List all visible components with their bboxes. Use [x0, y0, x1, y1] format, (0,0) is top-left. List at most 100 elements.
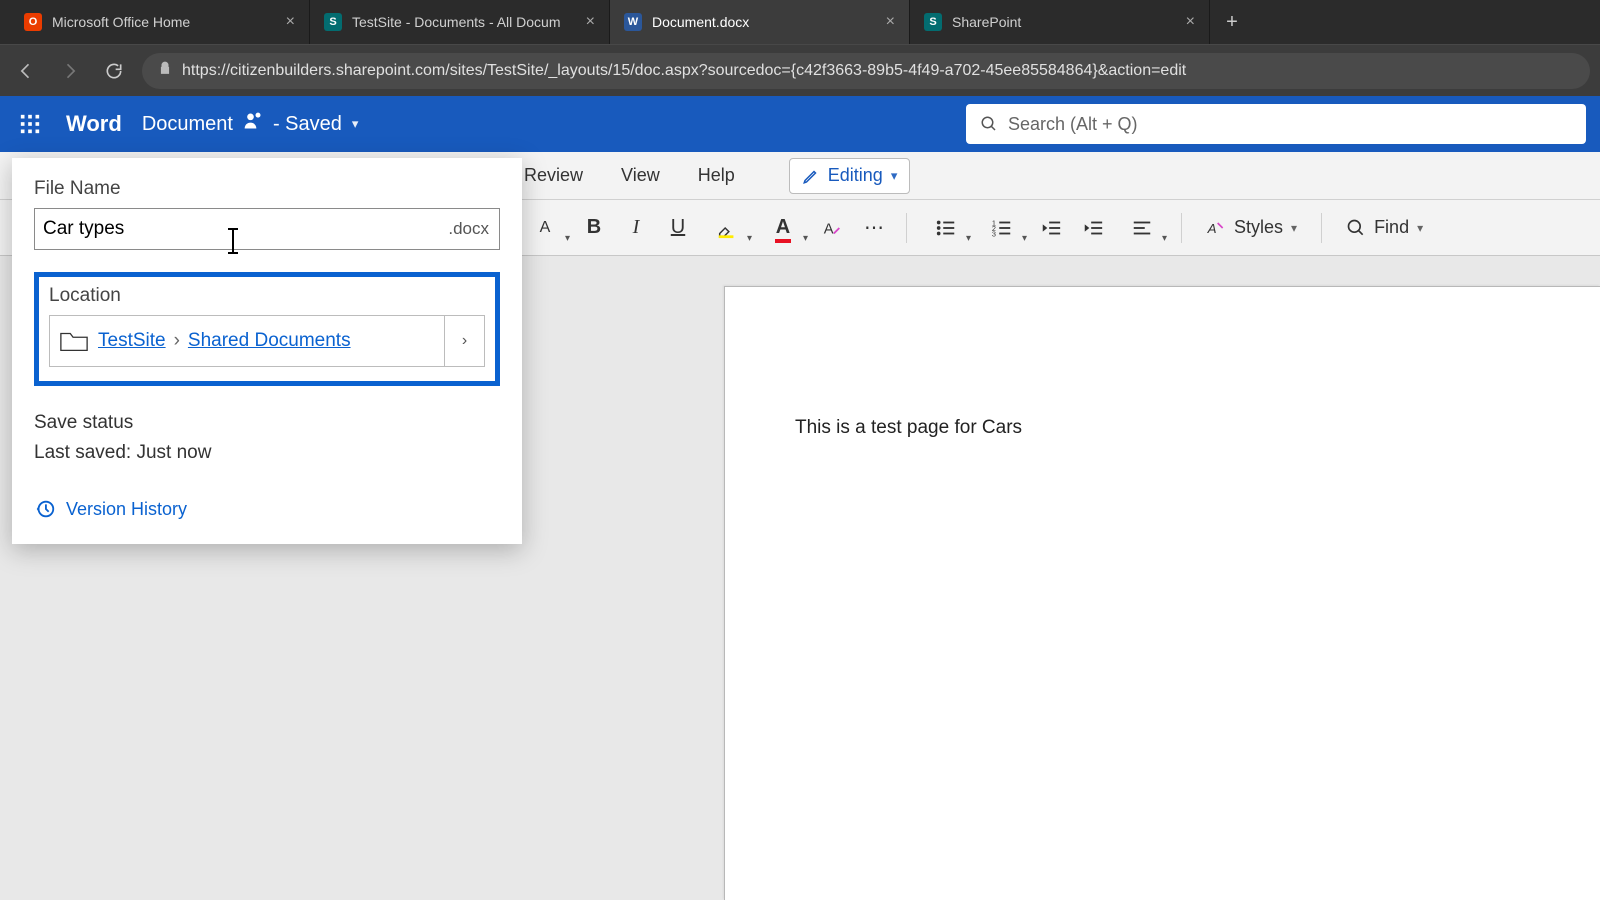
chevron-down-icon: ▾ — [966, 233, 971, 244]
clear-formatting-button[interactable]: A — [814, 210, 850, 246]
close-tab-icon[interactable]: × — [1186, 13, 1195, 31]
reload-button[interactable] — [98, 55, 130, 87]
address-field[interactable]: https://citizenbuilders.sharepoint.com/s… — [142, 53, 1590, 89]
chevron-down-icon: ▾ — [891, 168, 898, 184]
location-breadcrumb: TestSite › Shared Documents — [98, 316, 444, 366]
bullet-list-icon — [935, 217, 957, 239]
font-color-button[interactable]: A ▾ — [758, 210, 808, 246]
toolbar-divider — [1181, 213, 1182, 243]
svg-text:A: A — [1207, 221, 1217, 236]
favicon-word-icon: W — [624, 13, 642, 31]
browser-tabs-bar: O Microsoft Office Home × S TestSite - D… — [0, 0, 1600, 44]
search-icon — [980, 115, 998, 133]
browser-tab-document[interactable]: W Document.docx × — [610, 0, 910, 44]
toolbar-divider — [1321, 213, 1322, 243]
increase-indent-button[interactable] — [1075, 210, 1111, 246]
favicon-sharepoint-icon: S — [324, 13, 342, 31]
file-extension: .docx — [437, 219, 499, 239]
tab-title: TestSite - Documents - All Docum — [352, 14, 576, 30]
chevron-down-icon: ▾ — [803, 233, 808, 244]
underline-button[interactable]: U — [660, 210, 696, 246]
search-box[interactable]: Search (Alt + Q) — [966, 104, 1586, 144]
document-canvas[interactable]: This is a test page for Cars — [724, 286, 1600, 900]
tab-title: SharePoint — [952, 14, 1176, 30]
chevron-down-icon: ▾ — [1291, 221, 1297, 235]
align-left-icon — [1131, 217, 1153, 239]
toolbar-divider — [906, 213, 907, 243]
tab-title: Document.docx — [652, 14, 876, 30]
chevron-down-icon: ▾ — [1162, 233, 1167, 244]
document-title-dropdown[interactable]: Document - Saved ▾ — [142, 111, 359, 137]
highlighter-icon — [716, 217, 738, 239]
save-status-text: Last saved: Just now — [34, 442, 500, 464]
bullet-list-button[interactable]: ▾ — [921, 210, 971, 246]
browser-address-bar: https://citizenbuilders.sharepoint.com/s… — [0, 44, 1600, 96]
highlight-color-button[interactable]: ▾ — [702, 210, 752, 246]
more-formatting-button[interactable]: ⋯ — [856, 210, 892, 246]
chevron-down-icon: ▾ — [1022, 233, 1027, 244]
tab-view[interactable]: View — [617, 163, 664, 188]
location-label: Location — [49, 285, 485, 307]
numbered-list-icon: 123 — [991, 217, 1013, 239]
favicon-office-icon: O — [24, 13, 42, 31]
styles-label: Styles — [1234, 217, 1283, 238]
breadcrumb-separator-icon: › — [174, 330, 180, 352]
browser-tab-sharepoint[interactable]: S SharePoint × — [910, 0, 1210, 44]
editing-mode-button[interactable]: Editing ▾ — [789, 158, 911, 194]
document-title-panel: File Name .docx Location TestSite › Shar… — [12, 158, 522, 544]
italic-button[interactable]: I — [618, 210, 654, 246]
editing-label: Editing — [828, 165, 883, 186]
browser-tab-office[interactable]: O Microsoft Office Home × — [10, 0, 310, 44]
forward-button[interactable] — [54, 55, 86, 87]
tab-title: Microsoft Office Home — [52, 14, 276, 30]
chevron-down-icon: ▾ — [1417, 221, 1423, 235]
font-size-control[interactable]: A▾ — [520, 210, 570, 246]
back-button[interactable] — [10, 55, 42, 87]
new-tab-button[interactable]: + — [1210, 0, 1254, 44]
shared-icon — [243, 111, 263, 137]
pencil-icon — [802, 167, 820, 185]
filename-label: File Name — [34, 178, 500, 200]
version-history-link[interactable]: Version History — [34, 498, 500, 520]
numbered-list-button[interactable]: 123 ▾ — [977, 210, 1027, 246]
lock-icon — [158, 61, 172, 80]
saved-state: - Saved — [273, 113, 342, 136]
tab-review[interactable]: Review — [520, 163, 587, 188]
tab-help[interactable]: Help — [694, 163, 739, 188]
app-name[interactable]: Word — [66, 111, 122, 137]
align-button[interactable]: ▾ — [1117, 210, 1167, 246]
indent-icon — [1082, 217, 1104, 239]
word-header: Word Document - Saved ▾ Search (Alt + Q) — [0, 96, 1600, 152]
breadcrumb-folder-link[interactable]: Shared Documents — [188, 330, 351, 352]
favicon-sharepoint-icon: S — [924, 13, 942, 31]
filename-row: .docx — [34, 208, 500, 250]
styles-button[interactable]: A Styles ▾ — [1196, 210, 1307, 246]
outdent-icon — [1040, 217, 1062, 239]
browser-tab-testsite[interactable]: S TestSite - Documents - All Docum × — [310, 0, 610, 44]
reload-icon — [104, 61, 124, 81]
app-launcher-button[interactable] — [14, 108, 46, 140]
chevron-down-icon: ▾ — [747, 233, 752, 244]
decrease-indent-button[interactable] — [1033, 210, 1069, 246]
close-tab-icon[interactable]: × — [286, 13, 295, 31]
arrow-left-icon — [16, 61, 36, 81]
clear-format-icon: A — [821, 217, 843, 239]
search-placeholder: Search (Alt + Q) — [1008, 114, 1138, 135]
find-label: Find — [1374, 217, 1409, 238]
bold-button[interactable]: B — [576, 210, 612, 246]
find-button[interactable]: Find ▾ — [1336, 210, 1433, 246]
location-row[interactable]: TestSite › Shared Documents › — [49, 315, 485, 367]
close-tab-icon[interactable]: × — [886, 13, 895, 31]
save-status-label: Save status — [34, 412, 500, 434]
waffle-icon — [19, 113, 41, 135]
version-history-label: Version History — [66, 499, 187, 520]
location-expand-button[interactable]: › — [444, 316, 484, 366]
filename-input[interactable] — [35, 209, 437, 249]
search-icon — [1346, 218, 1366, 238]
breadcrumb-site-link[interactable]: TestSite — [98, 330, 166, 352]
chevron-right-icon: › — [462, 332, 467, 350]
document-body-text: This is a test page for Cars — [795, 417, 1022, 438]
close-tab-icon[interactable]: × — [586, 13, 595, 31]
document-name: Document — [142, 113, 233, 136]
ellipsis-icon: ⋯ — [864, 215, 884, 240]
